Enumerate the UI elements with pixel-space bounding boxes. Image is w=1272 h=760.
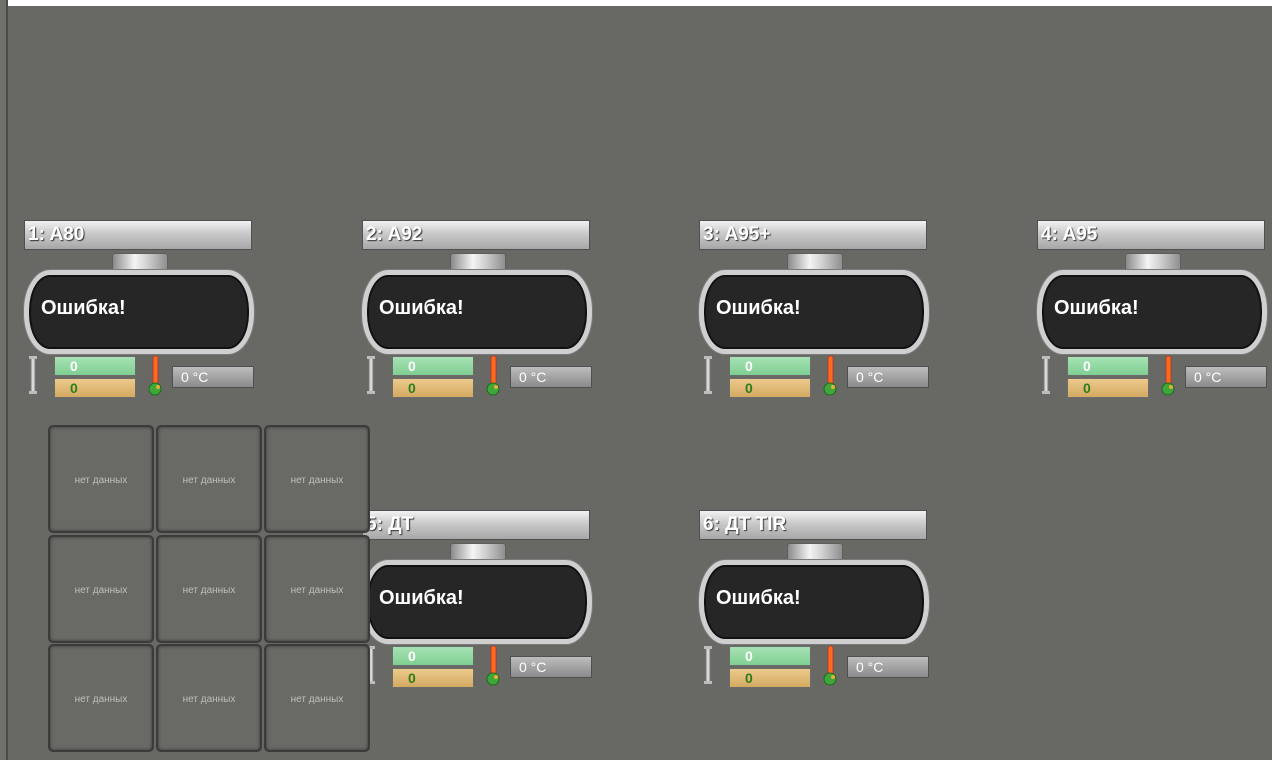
tank-body: Ошибка!: [1037, 270, 1267, 354]
tank-2[interactable]: 2: A92 Ошибка! 0 0 0 °C: [362, 220, 594, 400]
temperature-value: 0 °C: [510, 366, 592, 388]
no-data-grid-panel: нет данных нет данных нет данных нет дан…: [48, 425, 372, 753]
tank-body: Ошибка!: [362, 560, 592, 644]
level-bottom-value: 0: [729, 378, 811, 398]
grid-cell[interactable]: нет данных: [264, 425, 370, 533]
tank-status: Ошибка!: [716, 587, 801, 609]
grid-cell[interactable]: нет данных: [156, 535, 262, 643]
thermometer-icon: [1161, 355, 1175, 396]
level-bottom-value: 0: [392, 378, 474, 398]
grid-cell[interactable]: нет данных: [48, 535, 154, 643]
thermometer-icon: [823, 645, 837, 686]
grid-cell[interactable]: нет данных: [264, 535, 370, 643]
grid-cell[interactable]: нет данных: [48, 425, 154, 533]
grid-cell[interactable]: нет данных: [156, 425, 262, 533]
tank-body: Ошибка!: [24, 270, 254, 354]
tank-body: Ошибка!: [699, 270, 929, 354]
grid-cell[interactable]: нет данных: [264, 644, 370, 752]
tank-status: Ошибка!: [379, 297, 464, 319]
thermometer-icon: [486, 645, 500, 686]
tank-body: Ошибка!: [362, 270, 592, 354]
tank-neck: [787, 543, 843, 561]
level-top-value: 0: [1067, 356, 1149, 376]
temperature-value: 0 °C: [847, 366, 929, 388]
grid-cell[interactable]: нет данных: [48, 644, 154, 752]
tank-neck: [112, 253, 168, 271]
tank-neck: [450, 543, 506, 561]
tank-body: Ошибка!: [699, 560, 929, 644]
tank-neck: [787, 253, 843, 271]
left-border: [0, 0, 8, 760]
level-bottom-value: 0: [54, 378, 136, 398]
tank-neck: [1125, 253, 1181, 271]
dipstick-icon: [704, 356, 712, 394]
level-top-value: 0: [392, 356, 474, 376]
level-bottom-value: 0: [392, 668, 474, 688]
level-bottom-value: 0: [1067, 378, 1149, 398]
level-top-value: 0: [729, 356, 811, 376]
temperature-value: 0 °C: [172, 366, 254, 388]
tank-status: Ошибка!: [41, 297, 126, 319]
tank-title: 5: ДТ: [362, 510, 590, 540]
temperature-value: 0 °C: [510, 656, 592, 678]
tank-5[interactable]: 5: ДТ Ошибка! 0 0 0 °C: [362, 510, 594, 690]
tank-neck: [450, 253, 506, 271]
thermometer-icon: [823, 355, 837, 396]
thermometer-icon: [486, 355, 500, 396]
tank-status: Ошибка!: [1054, 297, 1139, 319]
level-top-value: 0: [392, 646, 474, 666]
temperature-value: 0 °C: [1185, 366, 1267, 388]
tank-6[interactable]: 6: ДТ TIR Ошибка! 0 0 0 °C: [699, 510, 931, 690]
level-bottom-value: 0: [729, 668, 811, 688]
grid-cell[interactable]: нет данных: [156, 644, 262, 752]
top-border: [0, 0, 1272, 6]
tank-status: Ошибка!: [716, 297, 801, 319]
thermometer-icon: [148, 355, 162, 396]
tank-title: 4: A95: [1037, 220, 1265, 250]
level-top-value: 0: [54, 356, 136, 376]
tank-status: Ошибка!: [379, 587, 464, 609]
tank-title: 3: A95+: [699, 220, 927, 250]
dipstick-icon: [367, 356, 375, 394]
dipstick-icon: [1042, 356, 1050, 394]
tank-1[interactable]: 1: A80 Ошибка! 0 0 0 °C: [24, 220, 256, 400]
tank-title: 1: A80: [24, 220, 252, 250]
dipstick-icon: [29, 356, 37, 394]
temperature-value: 0 °C: [847, 656, 929, 678]
tank-3[interactable]: 3: A95+ Ошибка! 0 0 0 °C: [699, 220, 931, 400]
dipstick-icon: [704, 646, 712, 684]
tank-title: 6: ДТ TIR: [699, 510, 927, 540]
level-top-value: 0: [729, 646, 811, 666]
tank-4[interactable]: 4: A95 Ошибка! 0 0 0 °C: [1037, 220, 1269, 400]
tank-title: 2: A92: [362, 220, 590, 250]
